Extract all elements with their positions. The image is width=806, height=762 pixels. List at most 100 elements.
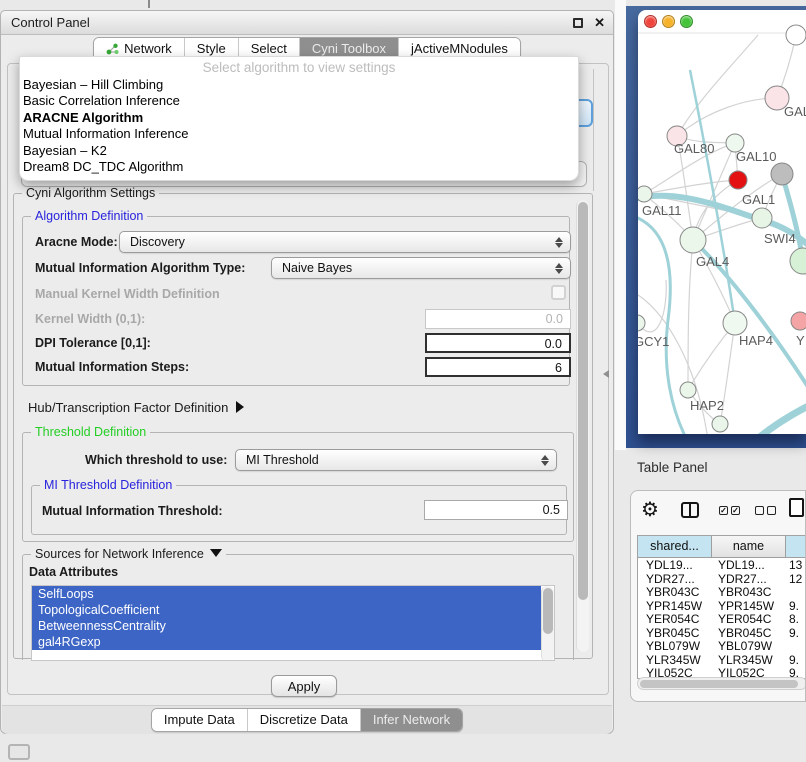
attribute-item[interactable]: SelfLoops xyxy=(32,586,541,602)
table-cell: YBR045C xyxy=(712,626,786,640)
tab-impute-data[interactable]: Impute Data xyxy=(152,709,248,731)
node-label: GAL xyxy=(784,104,806,119)
network-node[interactable] xyxy=(729,171,747,189)
aracne-mode-select[interactable]: Discovery xyxy=(119,231,571,253)
node-label: HAP2 xyxy=(690,398,724,413)
table-hscrollbar[interactable] xyxy=(637,677,806,690)
network-node[interactable] xyxy=(723,311,747,335)
panel-splitter-handle[interactable] xyxy=(602,368,610,379)
table-row[interactable]: YBL079WYBL079W xyxy=(638,639,806,653)
settings-scrollbar[interactable] xyxy=(576,200,589,652)
panel-title: Control Panel xyxy=(11,11,90,35)
table-cell: YPR145W xyxy=(638,599,712,613)
gear-icon[interactable]: ⚙ xyxy=(641,497,659,522)
tab-label: Network xyxy=(124,41,172,56)
table-row[interactable]: YDR27...YDR27...12 xyxy=(638,572,806,586)
document-icon[interactable] xyxy=(789,498,804,517)
table-cell: 8. xyxy=(786,612,806,626)
algorithm-option[interactable]: Dream8 DC_TDC Algorithm xyxy=(20,159,578,175)
tab-infer-network[interactable]: Infer Network xyxy=(361,709,462,731)
network-node[interactable] xyxy=(638,186,652,202)
close-light[interactable] xyxy=(644,15,657,28)
table-cell: YER054C xyxy=(638,612,712,626)
table-row[interactable]: YBR045CYBR045C9. xyxy=(638,626,806,640)
control-panel-titlebar: Control Panel ✕ xyxy=(1,11,613,35)
apply-button[interactable]: Apply xyxy=(271,675,337,697)
which-threshold-select[interactable]: MI Threshold xyxy=(235,449,557,471)
mi-steps-input[interactable]: 6 xyxy=(425,357,571,377)
tab-discretize-data[interactable]: Discretize Data xyxy=(248,709,361,731)
network-node[interactable] xyxy=(680,382,696,398)
algorithm-option[interactable]: Bayesian – Hill Climbing xyxy=(20,77,578,93)
table-cell: YBR043C xyxy=(712,585,786,599)
algorithm-option[interactable]: Mutual Information Inference xyxy=(20,126,578,142)
tab-label: Select xyxy=(251,41,287,56)
data-attributes-list: SelfLoopsTopologicalCoefficientBetweenne… xyxy=(31,585,555,661)
minimized-panel-icon[interactable] xyxy=(8,744,30,760)
zoom-light[interactable] xyxy=(680,15,693,28)
data-attributes-label: Data Attributes xyxy=(29,565,118,579)
table-cell: 13 xyxy=(786,558,806,572)
kernel-width-input: 0.0 xyxy=(425,309,571,329)
network-node[interactable] xyxy=(786,25,806,45)
threshold-definition-group: Threshold Definition Which threshold to … xyxy=(22,432,574,542)
mi-algorithm-type-label: Mutual Information Algorithm Type: xyxy=(35,261,245,275)
table-cell: YLR345W xyxy=(712,653,786,667)
table-row[interactable]: YER054CYER054C8. xyxy=(638,612,806,626)
network-node[interactable] xyxy=(680,227,706,253)
table-row[interactable]: YLR345WYLR345W9. xyxy=(638,653,806,667)
dpi-tolerance-input[interactable]: 0.0 xyxy=(425,333,571,353)
column-header[interactable]: name xyxy=(712,536,786,558)
network-node[interactable] xyxy=(791,312,806,330)
table-row[interactable]: YPR145WYPR145W9. xyxy=(638,599,806,613)
network-node[interactable] xyxy=(752,208,772,228)
settings-group-title: Cyni Algorithm Settings xyxy=(22,186,159,200)
sources-group-title[interactable]: Sources for Network Inference xyxy=(31,547,226,561)
which-threshold-label: Which threshold to use: xyxy=(85,453,227,467)
column-header[interactable]: A xyxy=(786,536,806,558)
table-cell: YBR043C xyxy=(638,585,712,599)
table-row[interactable]: YBR043CYBR043C xyxy=(638,585,806,599)
network-view-window: GALGAL80GAL10GAL1GAL11SWI4GAL4GCY1HAP4YH… xyxy=(638,10,806,434)
network-node[interactable] xyxy=(638,315,645,331)
arrow-down-icon xyxy=(210,549,222,557)
mi-threshold-input[interactable]: 0.5 xyxy=(424,500,568,520)
manual-kernel-checkbox xyxy=(551,285,566,300)
node-label: GAL11 xyxy=(642,203,682,218)
table-cell: 12 xyxy=(786,572,806,586)
attribute-item[interactable]: BetweennessCentrality xyxy=(32,618,541,634)
hub-definition-expander[interactable]: Hub/Transcription Factor Definition xyxy=(28,400,244,415)
mi-threshold-title: MI Threshold Definition xyxy=(40,478,176,492)
cyni-bottom-tabs: Impute DataDiscretize DataInfer Network xyxy=(151,708,463,732)
obscured-groupbox-border xyxy=(593,69,594,191)
algorithm-option[interactable]: Basic Correlation Inference xyxy=(20,93,578,109)
deselect-all-icon[interactable] xyxy=(755,506,776,515)
close-icon[interactable]: ✕ xyxy=(594,14,605,32)
table-cell: 9. xyxy=(786,599,806,613)
manual-kernel-label: Manual Kernel Width Definition xyxy=(35,287,220,301)
network-node[interactable] xyxy=(712,416,728,432)
attribute-item[interactable]: TopologicalCoefficient xyxy=(32,602,541,618)
node-label: GAL10 xyxy=(736,149,776,164)
network-node[interactable] xyxy=(790,248,806,274)
table-row[interactable]: YDL19...YDL19...13 xyxy=(638,558,806,572)
column-header[interactable]: shared... xyxy=(638,536,712,558)
attributes-scrollbar[interactable] xyxy=(541,586,554,661)
algorithm-option[interactable]: ARACNE Algorithm xyxy=(20,110,578,126)
table-cell xyxy=(786,639,806,653)
network-canvas[interactable]: GALGAL80GAL10GAL1GAL11SWI4GAL4GCY1HAP4YH… xyxy=(638,10,806,434)
select-all-icon[interactable]: ✓✓ xyxy=(719,506,740,515)
algorithm-option[interactable]: Bayesian – K2 xyxy=(20,143,578,159)
table-cell: 9. xyxy=(786,626,806,640)
minimize-light[interactable] xyxy=(662,15,675,28)
network-node[interactable] xyxy=(771,163,793,185)
node-label: GAL80 xyxy=(674,141,714,156)
mi-algorithm-type-select[interactable]: Naive Bayes xyxy=(271,257,571,279)
node-label: Y xyxy=(796,333,805,348)
combo-spinner-icon xyxy=(554,261,563,276)
attribute-item[interactable]: gal4RGexp xyxy=(32,634,541,650)
columns-icon[interactable] xyxy=(681,502,699,518)
dpi-tolerance-label: DPI Tolerance [0,1]: xyxy=(35,336,151,350)
node-label: HAP4 xyxy=(739,333,773,348)
float-window-icon[interactable] xyxy=(573,18,583,28)
